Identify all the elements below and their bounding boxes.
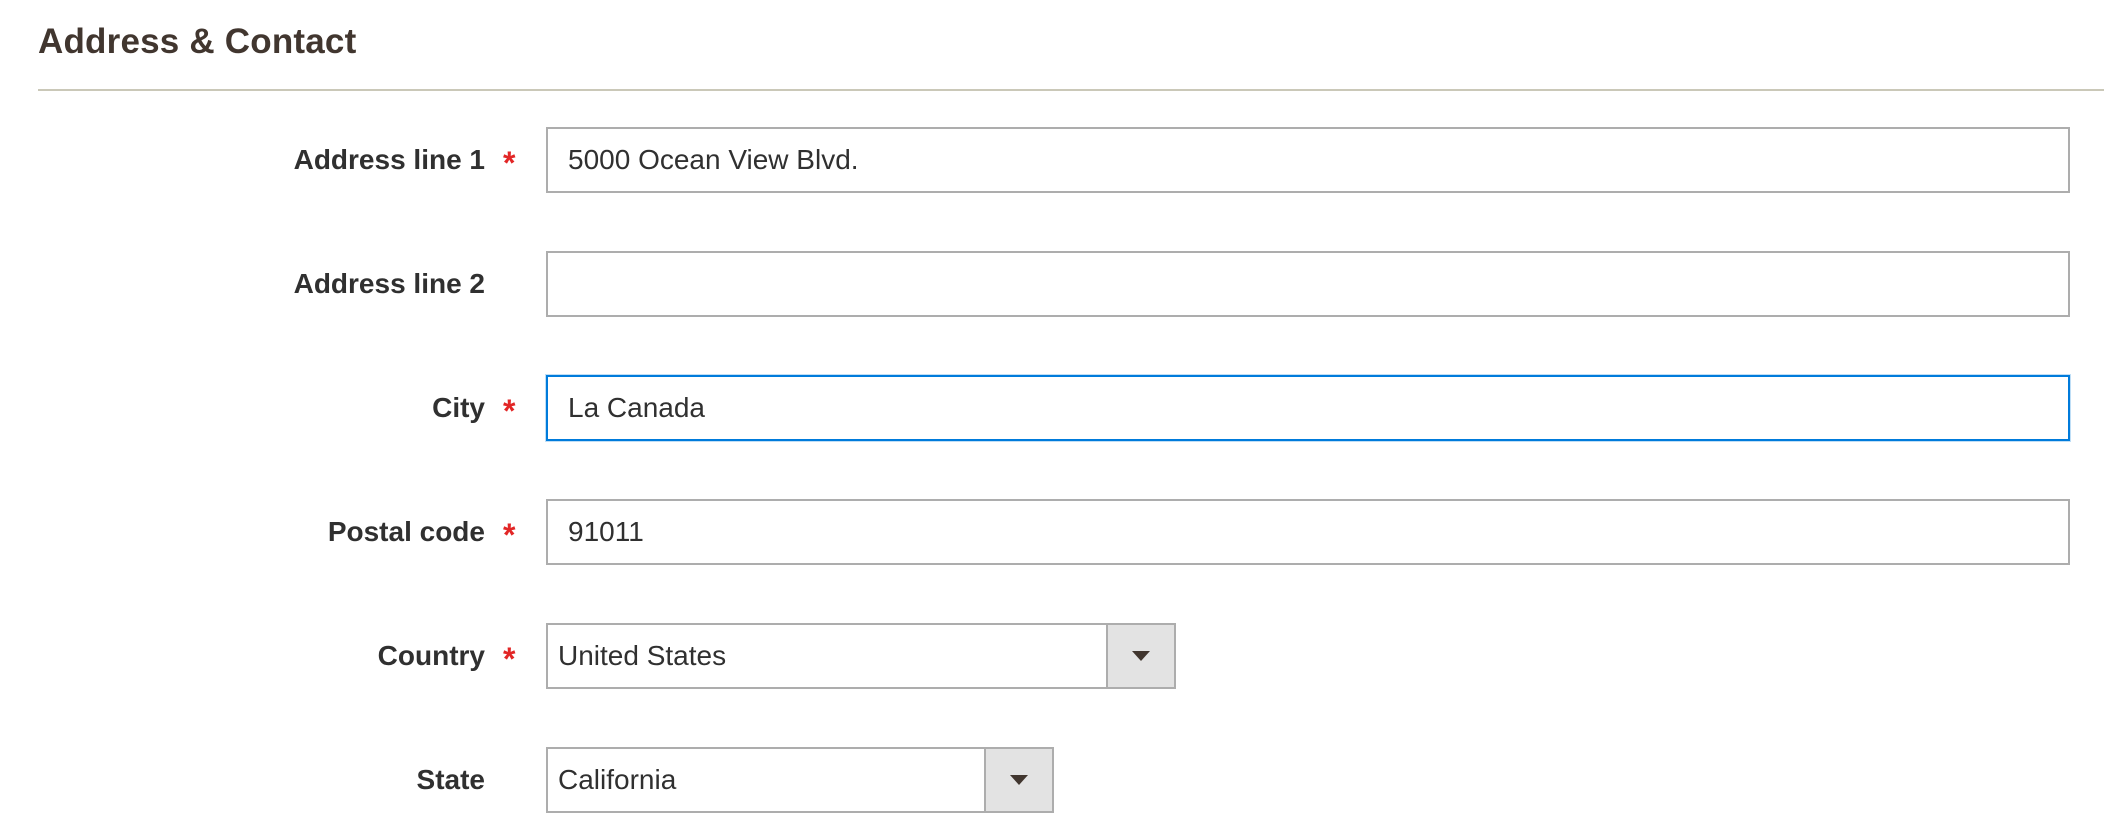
country-select[interactable]: United States [546, 623, 1176, 689]
city-input[interactable] [546, 375, 2070, 441]
postal-code-input[interactable] [546, 499, 2070, 565]
postal-code-row: Postal code * [0, 499, 2104, 565]
required-indicator: * [503, 145, 516, 181]
state-row: State California [0, 747, 2104, 813]
country-label: Country [377, 640, 485, 671]
state-label: State [416, 764, 485, 795]
chevron-down-icon [1132, 651, 1150, 661]
state-dropdown-button[interactable] [984, 749, 1052, 811]
section-title: Address & Contact [38, 22, 357, 61]
required-indicator: * [503, 641, 516, 677]
required-indicator: * [503, 517, 516, 553]
address-line-1-row: Address line 1 * [0, 127, 2104, 193]
address-line-2-input[interactable] [546, 251, 2070, 317]
country-dropdown-button[interactable] [1106, 625, 1174, 687]
address-line-1-label: Address line 1 [293, 144, 485, 175]
city-row: City * [0, 375, 2104, 441]
state-select[interactable]: California [546, 747, 1054, 813]
section-divider [38, 89, 2104, 91]
required-indicator: * [503, 393, 516, 429]
country-row: Country * United States [0, 623, 2104, 689]
address-line-1-input[interactable] [546, 127, 2070, 193]
city-label: City [432, 392, 485, 423]
address-line-2-label: Address line 2 [293, 268, 485, 299]
postal-code-label: Postal code [327, 516, 485, 547]
state-selected-value: California [558, 764, 677, 795]
address-line-2-row: Address line 2 [0, 251, 2104, 317]
country-selected-value: United States [558, 640, 727, 671]
chevron-down-icon [1010, 775, 1028, 785]
